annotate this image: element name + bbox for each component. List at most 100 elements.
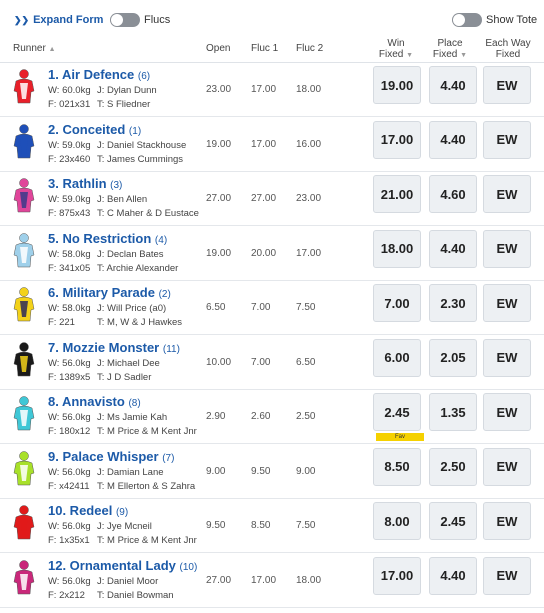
runner-weight: W: 56.0kg	[48, 521, 91, 532]
place-fixed-button[interactable]: 4.40	[429, 556, 477, 595]
place-fixed-button[interactable]: 4.40	[429, 229, 477, 268]
each-way-button[interactable]: EW	[483, 393, 531, 431]
runner-name-text: 1. Air Defence	[48, 67, 135, 82]
runner-name[interactable]: 6. Military Parade (2)	[48, 285, 171, 300]
place-fixed-button[interactable]: 2.30	[429, 284, 477, 322]
runner-row: 6. Military Parade (2) W: 58.0kg J: Will P…	[0, 280, 544, 335]
runner-name[interactable]: 1. Air Defence (6)	[48, 67, 150, 82]
fluc1-odds: 8.50	[251, 520, 271, 531]
runner-meta-line1: W: 59.0kg J: Daniel Stackhouse	[48, 140, 186, 151]
runner-name[interactable]: 10. Redeel (9)	[48, 503, 128, 518]
runner-meta-line1: W: 56.0kg J: Daniel Moor	[48, 575, 158, 587]
toggle-knob	[111, 14, 123, 26]
win-header-line2: Fixed	[378, 49, 404, 60]
fluc2-odds: 16.00	[296, 138, 322, 150]
flucs-toggle[interactable]	[110, 13, 140, 27]
runner-meta-line2: F: 23x460 T: James Cummings	[48, 154, 183, 165]
ew-header-line1: Each Way	[485, 38, 531, 49]
sort-icon: ▼	[460, 52, 468, 59]
runner-name-text: 6. Military Parade	[48, 285, 155, 300]
fluc1-odds: 17.00	[251, 138, 277, 150]
each-way-button[interactable]: EW	[483, 502, 531, 540]
runner-row: 12. Ornamental Lady (10) W: 56.0kg J: Dani…	[0, 553, 544, 608]
runner-weight: W: 56.0kg	[48, 412, 91, 423]
runner-weight: W: 56.0kg	[48, 575, 91, 587]
win-fixed-button[interactable]: 17.00	[373, 120, 421, 159]
place-fixed-button[interactable]: 2.45	[429, 502, 477, 540]
jockey-silk-icon	[13, 232, 35, 269]
place-fixed-button[interactable]: 4.60	[429, 175, 477, 213]
place-fixed-button[interactable]: 4.40	[429, 120, 477, 159]
win-fixed-button[interactable]: 7.00	[373, 284, 421, 322]
runner-row: 5. No Restriction (4) W: 58.0kg J: Declan …	[0, 226, 544, 281]
runner-trainer: T: Archie Alexander	[97, 262, 179, 274]
runner-trainer: T: James Cummings	[97, 153, 184, 165]
each-way-button[interactable]: EW	[483, 175, 531, 213]
fluc2-odds: 18.00	[296, 574, 322, 586]
runner-name-text: 8. Annavisto	[48, 394, 125, 409]
open-odds: 9.50	[206, 520, 226, 531]
runner-form: F: 180x12	[48, 426, 91, 437]
runner-trainer: T: M Price & M Kent Jnr	[97, 426, 197, 437]
each-way-button[interactable]: EW	[483, 556, 531, 595]
runner-name-text: 2. Conceited	[48, 121, 126, 137]
runner-form: F: 1x35x1	[48, 535, 90, 546]
chevron-down-icon: ❯❯	[14, 15, 30, 25]
runner-name[interactable]: 3. Rathlin (3)	[48, 176, 122, 191]
place-fixed-button[interactable]: 2.05	[429, 338, 477, 377]
win-fixed-button[interactable]: 21.00	[373, 175, 421, 213]
win-fixed-button[interactable]: 19.00	[373, 66, 421, 104]
show-tote-toggle[interactable]	[452, 13, 482, 27]
fluc2-header: Fluc 2	[296, 43, 324, 54]
runner-row: 3. Rathlin (3) W: 59.0kg J: Ben Allen F: 87…	[0, 171, 544, 226]
place-header-line2: Fixed	[432, 49, 458, 60]
open-odds: 19.00	[206, 138, 232, 150]
runner-name[interactable]: 12. Ornamental Lady (10)	[48, 558, 197, 573]
open-header: Open	[206, 43, 231, 54]
place-fixed-header[interactable]: Place Fixed ▼	[420, 38, 480, 61]
fluc2-odds: 18.00	[296, 84, 322, 95]
runner-name[interactable]: 5. No Restriction (4)	[48, 231, 167, 246]
runner-jockey: J: Damian Lane	[97, 466, 164, 478]
runner-form: F: 2x212	[48, 589, 85, 601]
runner-meta-line2: F: 1x35x1 T: M Price & M Kent Jnr	[48, 535, 197, 546]
runner-name[interactable]: 7. Mozzie Monster (11)	[48, 340, 180, 355]
win-fixed-button[interactable]: 17.00	[373, 556, 421, 595]
runner-name[interactable]: 2. Conceited (1)	[48, 122, 141, 137]
runner-name-text: 10. Redeel	[48, 503, 113, 518]
each-way-button[interactable]: EW	[483, 66, 531, 104]
runner-meta-line2: F: 1389x5 T: J D Sadler	[48, 372, 151, 383]
fluc1-odds: 7.00	[251, 302, 271, 313]
show-tote-label: Show Tote	[486, 14, 538, 26]
each-way-button[interactable]: EW	[483, 120, 531, 159]
each-way-button[interactable]: EW	[483, 338, 531, 377]
win-fixed-button[interactable]: 2.45	[373, 393, 421, 431]
runner-name[interactable]: 9. Palace Whisper (7)	[48, 449, 174, 464]
expand-form-label: Expand Form	[33, 14, 104, 26]
runner-trainer: T: M, W & J Hawkes	[97, 317, 182, 328]
win-fixed-button[interactable]: 18.00	[373, 229, 421, 268]
win-fixed-button[interactable]: 8.00	[373, 502, 421, 540]
runner-sort-header[interactable]: Runner ▲	[13, 43, 56, 54]
runner-trainer: T: Daniel Bowman	[97, 589, 174, 601]
each-way-button[interactable]: EW	[483, 229, 531, 268]
win-fixed-button[interactable]: 8.50	[373, 447, 421, 486]
win-fixed-button[interactable]: 6.00	[373, 338, 421, 377]
runner-name[interactable]: 8. Annavisto (8)	[48, 394, 141, 409]
runner-form: F: x42411	[48, 480, 90, 492]
fluc2-odds: 7.50	[296, 302, 316, 313]
sort-icon: ▲	[48, 46, 56, 53]
open-odds: 19.00	[206, 247, 232, 259]
place-fixed-button[interactable]: 2.50	[429, 447, 477, 486]
each-way-button[interactable]: EW	[483, 447, 531, 486]
win-fixed-header[interactable]: Win Fixed ▼	[366, 38, 426, 61]
jockey-silk-icon	[13, 396, 35, 432]
runner-weight: W: 58.0kg	[48, 248, 91, 260]
runner-meta-line1: W: 56.0kg J: Michael Dee	[48, 358, 160, 369]
each-way-button[interactable]: EW	[483, 284, 531, 322]
runner-meta-line1: W: 60.0kg J: Dylan Dunn	[48, 85, 157, 96]
place-fixed-button[interactable]: 1.35	[429, 393, 477, 431]
runner-meta-line1: W: 58.0kg J: Will Price (a0)	[48, 303, 166, 314]
expand-form-link[interactable]: ❯❯ Expand Form	[14, 14, 103, 26]
place-fixed-button[interactable]: 4.40	[429, 66, 477, 104]
